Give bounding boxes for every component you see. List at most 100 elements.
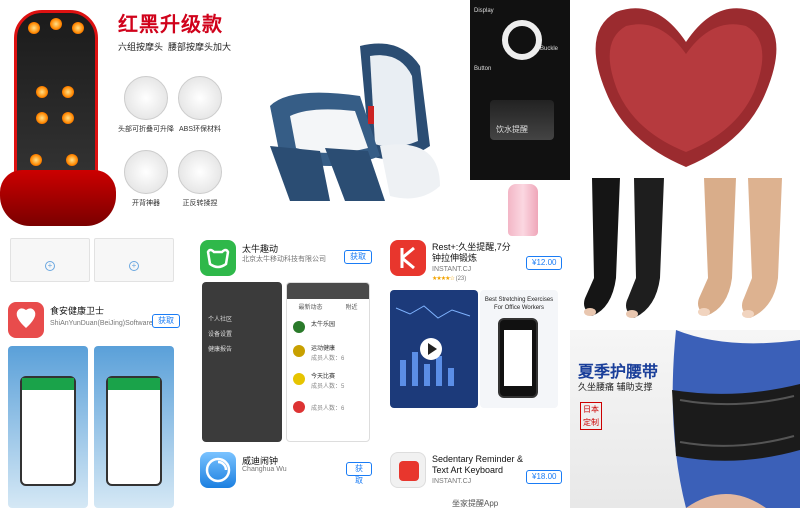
- get-button[interactable]: 获取: [346, 462, 372, 485]
- belt-subtitle: 久坐腰痛 辅助支撑: [578, 382, 653, 392]
- placeholder-card[interactable]: +: [94, 238, 174, 282]
- menu-item[interactable]: 健康报告: [208, 344, 278, 353]
- feed-item: 运动健康: [311, 346, 336, 352]
- get-button[interactable]: 获取: [344, 250, 372, 264]
- buckle-label: Buckle: [540, 46, 559, 52]
- cushion-back-graphic: [14, 10, 98, 182]
- black-stocking-product-image[interactable]: [572, 178, 686, 328]
- k-badge-icon: [399, 461, 419, 481]
- posture-seat-graphic: [595, 8, 777, 167]
- price-button[interactable]: ¥12.00: [526, 256, 563, 270]
- feature-caption: 开背神器: [132, 200, 160, 207]
- feature-caption: 正反转揉捏: [182, 200, 218, 207]
- massage-node-icon: [62, 112, 74, 124]
- flower-icon: [293, 401, 305, 413]
- phone-frame: [106, 376, 162, 486]
- app-screenshot-promo[interactable]: Best Stretching Exercises For Office Wor…: [480, 290, 558, 408]
- app-name: Sedentary Reminder & Text Art Keyboard: [432, 454, 524, 475]
- feed-avatar-icon: [293, 321, 305, 333]
- band-caption: 饮水提醒: [496, 125, 528, 134]
- phone-header-bar: [22, 378, 74, 390]
- cushion-product-image[interactable]: 红黑升级款 六组按摩头 腰部按摩头加大 头部可折叠可升降 ABS环保材料 开背神…: [0, 0, 234, 232]
- shield-heart-icon: [8, 302, 44, 338]
- feed-item: 太牛乐园: [311, 322, 336, 328]
- feed-header: [287, 283, 369, 299]
- app-card-restplus[interactable]: Rest+:久坐提醒,7分钟拉伸锻炼 INSTANT.CJ ★★★★☆ (23)…: [390, 240, 563, 440]
- feed-item: 成员人数：5: [311, 384, 345, 390]
- massage-node-icon: [28, 22, 40, 34]
- posture-seat-product-image[interactable]: [572, 0, 800, 176]
- rating-stars: ★★★★☆: [432, 276, 455, 282]
- rating: ★★★★☆ (23): [432, 275, 466, 282]
- bottle-graphic: [508, 184, 538, 236]
- rating-count: (23): [455, 276, 467, 282]
- tab-nearby[interactable]: 附近: [345, 302, 357, 311]
- app-developer: ShiAnYunDuan(BeiJing)Software...: [50, 320, 159, 327]
- feature-caption: ABS环保材料: [178, 126, 221, 133]
- sedentary-logo-icon: [390, 452, 426, 488]
- cushion-seat-graphic: [0, 170, 116, 226]
- massage-node-icon: [50, 18, 62, 30]
- beige-stocking-graphic: [698, 178, 782, 318]
- rest-k-logo-icon: [390, 240, 426, 276]
- app-developer: 北京太牛移动科技有限公司: [242, 256, 326, 263]
- band-ring-graphic: [502, 20, 542, 60]
- massage-node-icon: [36, 86, 48, 98]
- feed-item: 今天比赛: [311, 374, 336, 380]
- get-button[interactable]: 获取: [152, 314, 180, 328]
- cow-logo-icon: [200, 240, 236, 276]
- fitness-band-product-image[interactable]: Display Buckle Button 饮水提醒: [470, 0, 570, 180]
- app-screenshot-menu[interactable]: 个人社区 设备设置 健康报告: [202, 282, 282, 442]
- back-massage-feature-icon: [124, 150, 168, 194]
- app-developer: INSTANT.CJ: [432, 478, 472, 485]
- app-developer: INSTANT.CJ: [432, 266, 472, 273]
- phone-frame: [20, 376, 76, 486]
- app-screenshot-feed[interactable]: 最新动态 附近 太牛乐园 运动健康 成员人数：6 今天比赛 成员人数：5 成员人…: [286, 282, 370, 442]
- feed-item: 成员人数：6: [311, 406, 345, 412]
- trophy-icon: [293, 345, 305, 357]
- app-card-tainiu[interactable]: 太牛趣动 北京太牛移动科技有限公司 获取 个人社区 设备设置 健康报告 最新动态…: [200, 240, 372, 446]
- ball-icon: [293, 373, 305, 385]
- water-bottle-product-image[interactable]: [470, 180, 570, 240]
- massage-node-icon: [36, 112, 48, 124]
- kneading-feature-icon: [178, 150, 222, 194]
- feed-item: 成员人数：6: [311, 356, 345, 362]
- placeholder-card[interactable]: +: [10, 238, 90, 282]
- belt-seal-badge: 日本定制: [580, 402, 602, 430]
- tab-latest[interactable]: 最新动态: [298, 302, 322, 311]
- add-icon: +: [45, 261, 55, 271]
- app-screenshot-stats[interactable]: [390, 290, 478, 408]
- phone-header-bar: [108, 378, 160, 390]
- cushion-title: 红黑升级款: [118, 14, 223, 36]
- footer-fragment: 坐家提醒App: [452, 499, 499, 508]
- feed-tabs: 最新动态 附近: [287, 299, 369, 314]
- side-menu: 个人社区 设备设置 健康报告: [208, 308, 278, 359]
- massage-node-icon: [62, 86, 74, 98]
- menu-item[interactable]: 设备设置: [208, 329, 278, 338]
- play-icon: [428, 343, 437, 355]
- cushion-subtitle-right: 腰部按摩头加大: [168, 42, 232, 52]
- massage-node-icon: [30, 154, 42, 166]
- price-button[interactable]: ¥18.00: [526, 470, 563, 484]
- play-button[interactable]: [420, 338, 442, 360]
- phone-screen: [504, 330, 532, 386]
- belt-title: 夏季护腰带: [578, 364, 659, 381]
- app-developer: Changhua Wu: [242, 466, 287, 473]
- app-screenshot-1[interactable]: [8, 346, 88, 508]
- massage-node-icon: [72, 22, 84, 34]
- app-card-shian[interactable]: 食安健康卫士 ShiAnYunDuan(BeiJing)Software... …: [8, 302, 180, 508]
- phone-frame: [498, 318, 538, 398]
- waist-belt-product-image[interactable]: 夏季护腰带 久坐腰痛 辅助支撑 日本定制: [570, 330, 800, 508]
- massage-chair-product-image[interactable]: [234, 0, 470, 232]
- app-name: 食安健康卫士: [50, 306, 105, 316]
- button-label: Button: [474, 66, 492, 72]
- beige-stocking-product-image[interactable]: [686, 178, 800, 328]
- app-card-sedentary[interactable]: Sedentary Reminder & Text Art Keyboard I…: [390, 452, 563, 508]
- massage-node-icon: [66, 154, 78, 166]
- app-name: Rest+:久坐提醒,7分钟拉伸锻炼: [432, 242, 511, 263]
- app-screenshot-2[interactable]: [94, 346, 174, 508]
- menu-item[interactable]: 个人社区: [208, 314, 278, 323]
- app-card-weidi[interactable]: 威迪闹钟 Changhua Wu 获取: [200, 452, 372, 508]
- add-icon: +: [129, 261, 139, 271]
- abs-material-feature-icon: [178, 76, 222, 120]
